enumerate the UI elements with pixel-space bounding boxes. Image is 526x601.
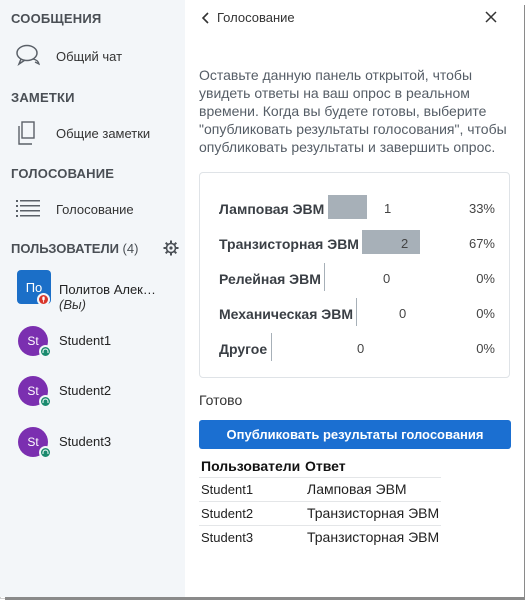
notes-section-title: ЗАМЕТКИ (11, 90, 75, 105)
poll-vote-percent: 33% (468, 201, 495, 216)
back-button[interactable]: Голосование (201, 10, 295, 25)
poll-option-label: Другое (219, 341, 268, 357)
column-header-answer: Ответ (305, 458, 346, 474)
poll-result-bar (328, 195, 367, 219)
user-list-item[interactable]: St Student3 (0, 421, 185, 465)
publish-results-button[interactable]: Опубликовать результаты голосования (199, 420, 511, 449)
response-user: Student2 (199, 501, 303, 526)
headset-icon (39, 345, 52, 358)
notes-icon (18, 121, 35, 145)
table-row: Student1 Ламповая ЭВМ (199, 477, 442, 502)
user-list-item-presenter[interactable]: По Политов Алек… (Вы) (0, 270, 185, 314)
poll-result-row: Релейная ЭВМ 0 0% (200, 260, 509, 296)
sidebar-item-public-chat[interactable]: Общий чат (0, 36, 185, 76)
poll-option-label: Релейная ЭВМ (219, 271, 321, 287)
table-header-row: Пользователи Ответ (199, 456, 441, 478)
poll-result-bar (362, 230, 420, 254)
sidebar-item-label: Голосование (56, 202, 134, 217)
list-icon (16, 200, 40, 217)
sidebar-item-label: Общий чат (56, 49, 123, 64)
poll-ready-label: Готово (199, 392, 243, 408)
poll-option-label: Ламповая ЭВМ (219, 201, 325, 217)
presenter-mic-icon (37, 293, 50, 306)
messages-section-title: СООБЩЕНИЯ (11, 11, 102, 26)
polling-section-title: ГОЛОСОВАНИЕ (11, 166, 115, 181)
headset-icon (39, 395, 52, 408)
poll-vote-count: 0 (383, 271, 391, 286)
user-list-item[interactable]: St Student1 (0, 320, 185, 364)
poll-results-box: Ламповая ЭВМ 1 33% Транзисторная ЭВМ 2 6… (199, 172, 510, 378)
poll-result-bar (324, 263, 325, 291)
poll-result-row: Механическая ЭВМ 0 0% (200, 295, 509, 331)
users-title: ПОЛЬЗОВАТЕЛИ (11, 241, 119, 256)
poll-vote-count: 1 (384, 201, 392, 216)
poll-panel: Голосование Оставьте данную панель откры… (185, 0, 524, 597)
poll-vote-percent: 0% (476, 306, 495, 321)
poll-vote-percent: 67% (468, 236, 495, 251)
user-name: Student2 (59, 383, 112, 398)
sidebar: СООБЩЕНИЯ Общий чат ЗАМЕТКИ Общие заметк… (0, 0, 185, 597)
poll-vote-percent: 0% (476, 341, 495, 356)
user-name: Student3 (59, 434, 112, 449)
response-answer: Транзисторная ЭВМ (303, 525, 442, 549)
response-user: Student1 (199, 477, 303, 502)
gear-icon[interactable] (163, 240, 179, 256)
response-user: Student3 (199, 525, 303, 549)
user-name: Student1 (59, 333, 112, 348)
response-answer: Ламповая ЭВМ (303, 477, 442, 502)
poll-result-row: Транзисторная ЭВМ 2 67% (200, 225, 509, 261)
poll-option-label: Механическая ЭВМ (219, 306, 353, 322)
sidebar-item-shared-notes[interactable]: Общие заметки (0, 113, 185, 153)
user-list-item[interactable]: St Student2 (0, 370, 185, 414)
chevron-left-icon (201, 11, 209, 24)
poll-result-bar (356, 298, 357, 326)
poll-instructions: Оставьте данную панель открытой, чтобы у… (199, 67, 507, 155)
sidebar-item-polling[interactable]: Голосование (0, 189, 185, 229)
user-name: Политов Алек… (Вы) (59, 282, 156, 312)
response-answer: Транзисторная ЭВМ (303, 501, 442, 526)
table-row: Student3 Транзисторная ЭВМ (199, 525, 442, 549)
poll-vote-count: 0 (399, 306, 407, 321)
poll-vote-percent: 0% (476, 271, 495, 286)
poll-vote-count: 2 (401, 236, 409, 251)
poll-result-row: Другое 0 0% (200, 330, 509, 366)
close-icon[interactable] (482, 8, 500, 26)
chat-icon (16, 44, 40, 66)
users-count: (4) (122, 241, 139, 256)
users-section-title: ПОЛЬЗОВАТЕЛИ (4) (11, 241, 138, 256)
poll-result-row: Ламповая ЭВМ 1 33% (200, 190, 509, 226)
poll-option-label: Транзисторная ЭВМ (219, 236, 359, 252)
table-row: Student2 Транзисторная ЭВМ (199, 501, 442, 526)
sidebar-item-label: Общие заметки (56, 126, 151, 141)
poll-result-bar (271, 333, 272, 361)
poll-panel-title: Голосование (217, 10, 295, 25)
headset-icon (39, 446, 52, 459)
column-header-users: Пользователи (201, 458, 301, 474)
poll-vote-count: 0 (357, 341, 365, 356)
responses-table: Пользователи Ответ Student1 Ламповая ЭВМ… (199, 456, 442, 549)
